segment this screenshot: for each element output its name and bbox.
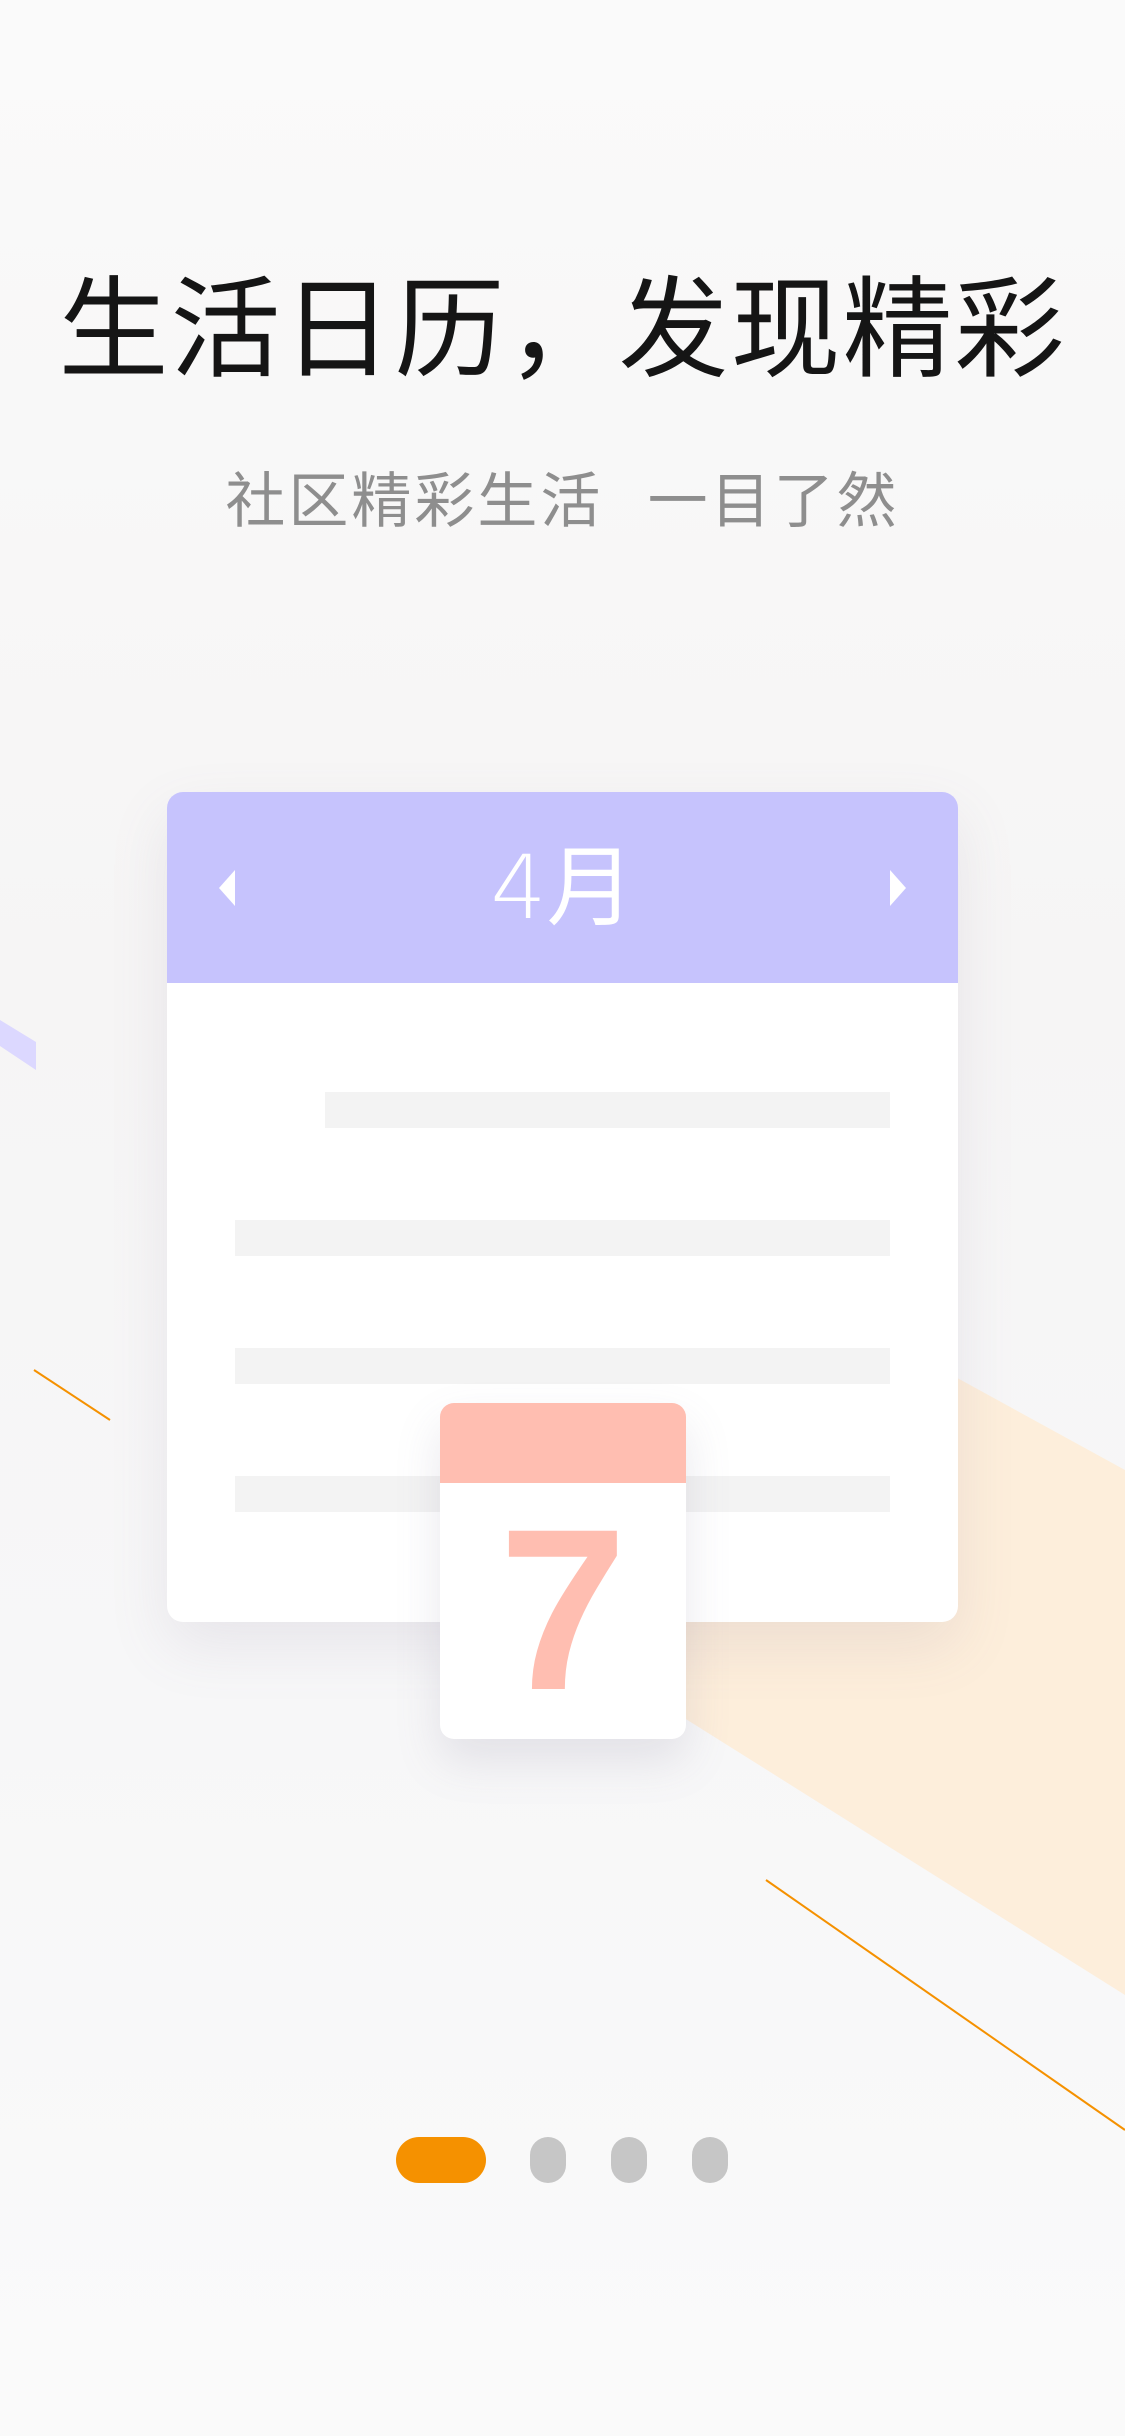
page-indicator bbox=[0, 2137, 1125, 2183]
orange-accent-line-right bbox=[765, 1879, 1125, 2131]
page-dot[interactable] bbox=[692, 2137, 728, 2183]
triangle-right-icon bbox=[890, 870, 906, 906]
page-dot[interactable] bbox=[611, 2137, 647, 2183]
next-month-button[interactable] bbox=[876, 864, 920, 912]
placeholder-text-line bbox=[235, 1348, 890, 1384]
date-tile: 7 bbox=[440, 1403, 686, 1739]
triangle-left-icon bbox=[219, 870, 235, 906]
page-dot-active[interactable] bbox=[396, 2137, 486, 2183]
onboarding-subtitle: 社区精彩生活 一目了然 bbox=[225, 467, 900, 537]
calendar-header: 4月 bbox=[167, 792, 958, 983]
previous-month-button[interactable] bbox=[205, 864, 249, 912]
placeholder-text-line bbox=[325, 1092, 890, 1128]
date-tile-header bbox=[440, 1403, 686, 1483]
orange-accent-line-left bbox=[33, 1369, 111, 1421]
page-dot[interactable] bbox=[530, 2137, 566, 2183]
lavender-stripe-shape bbox=[0, 1020, 36, 1070]
onboarding-title: 生活日历，发现精彩 bbox=[58, 266, 1067, 394]
date-number: 7 bbox=[499, 1481, 627, 1738]
calendar-month-label: 4月 bbox=[490, 836, 635, 939]
placeholder-text-line bbox=[235, 1220, 890, 1256]
